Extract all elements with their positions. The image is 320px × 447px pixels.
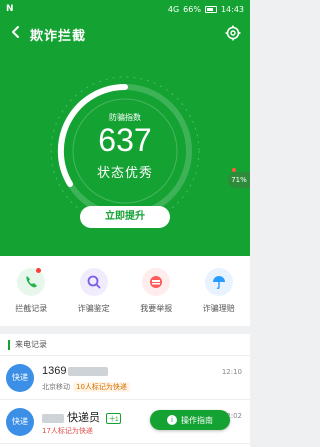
phone-number: 快递员 十1 (42, 409, 122, 425)
tag-badge: 10人标记为快递 (73, 382, 130, 392)
call-row[interactable]: 快递 1369 北京移动 10人标记为快递 12:10 (0, 356, 250, 400)
call-records: 来电记录 快递 1369 北京移动 10人标记为快递 12:10 快递 快递员 … (0, 334, 250, 447)
masked-number (42, 413, 64, 423)
top-nav: 欺诈拦截 (0, 18, 250, 48)
quick-item-claims[interactable]: 诈骗理赔 (188, 256, 251, 326)
quick-item-fraud-check[interactable]: 诈骗鉴定 (63, 256, 126, 326)
quick-item-report[interactable]: 我要举报 (125, 256, 188, 326)
status-bar: N 4G 66% 14:43 (0, 0, 250, 18)
info-icon: i (167, 415, 177, 425)
call-records-header: 来电记录 (0, 334, 250, 356)
phone-intercept-icon (17, 268, 46, 296)
search-icon (79, 268, 108, 296)
quick-item-label: 拦截记录 (15, 304, 48, 313)
header-accent-bar (8, 339, 10, 350)
phone-number: 1369 (42, 365, 109, 377)
score-value: 637 (98, 122, 152, 158)
location: 北京移动 (42, 383, 70, 391)
battery-label: 66% (183, 4, 201, 14)
avatar: 快递 (6, 364, 34, 392)
clock-label: 14:43 (220, 4, 244, 14)
gear-icon[interactable] (225, 25, 241, 41)
avatar: 快递 (6, 408, 34, 436)
call-time: 12:10 (221, 368, 242, 376)
status-right: 4G 66% 14:43 (168, 5, 244, 14)
side-percent-badge[interactable]: 71% (228, 172, 250, 188)
number-suffix: 快递员 (67, 412, 101, 424)
page-title: 欺诈拦截 (30, 29, 87, 44)
masked-number (68, 366, 109, 376)
notification-dot (36, 268, 41, 273)
call-meta: 北京移动 10人标记为快递 (42, 382, 130, 392)
status-left-icons: N (6, 4, 14, 14)
report-icon (142, 268, 171, 296)
quick-item-intercept-log[interactable]: 拦截记录 (0, 256, 63, 326)
signal-label: 4G (167, 4, 180, 14)
operation-guide-button[interactable]: i 操作指南 (150, 410, 230, 430)
quick-actions: 拦截记录 诈骗鉴定 我要举报 诈骗理赔 (0, 256, 250, 326)
umbrella-icon (204, 268, 233, 296)
tag-badge: 17人标记为快递 (42, 427, 93, 435)
improve-button[interactable]: 立即提升 (80, 206, 170, 228)
call-records-title: 来电记录 (15, 340, 47, 349)
count-badge: 十1 (106, 412, 122, 424)
hero-section: 欺诈拦截 防骗指数 637 状态优秀 71% 立即提升 (0, 18, 250, 256)
operation-guide-label: 操作指南 (181, 415, 213, 425)
quick-item-label: 我要举报 (140, 304, 173, 313)
quick-item-label: 诈骗理赔 (202, 304, 235, 313)
battery-icon (204, 5, 217, 13)
section-divider (0, 326, 250, 334)
call-meta: 17人标记为快递 (42, 426, 93, 436)
back-arrow-icon[interactable] (10, 25, 24, 41)
score-status: 状态优秀 (96, 166, 153, 181)
quick-item-label: 诈骗鉴定 (77, 304, 110, 313)
number-prefix: 1369 (42, 365, 67, 377)
